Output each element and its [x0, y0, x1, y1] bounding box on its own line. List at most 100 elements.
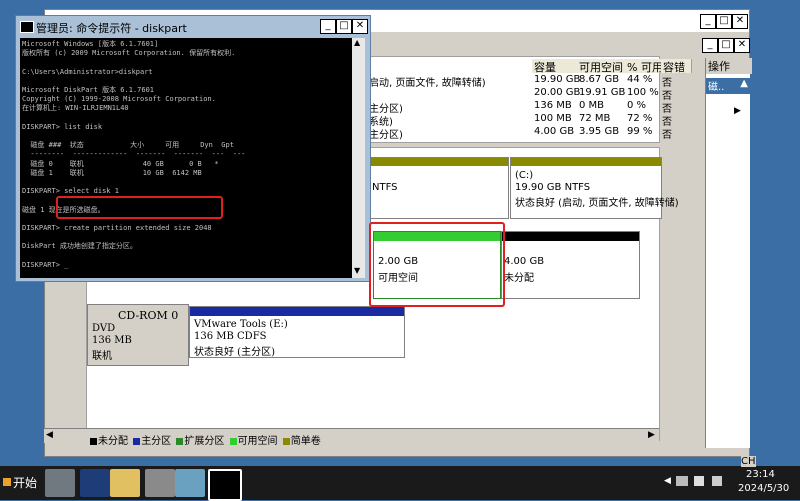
- partition-bar: [190, 307, 404, 316]
- action-pane-title: 操作: [706, 58, 752, 74]
- server-manager-icon[interactable]: [45, 469, 75, 497]
- legend-swatch-primary: [133, 437, 141, 445]
- cmd-console[interactable]: Microsoft Windows [版本 6.1.7601] 版权所有 (c) …: [20, 38, 352, 278]
- row-free: 8.67 GB: [579, 74, 620, 85]
- row-pct: 100 %: [627, 87, 659, 98]
- legend-label: 主分区: [141, 436, 172, 447]
- row-pct: 44 %: [627, 74, 653, 85]
- network-icon[interactable]: [676, 476, 688, 486]
- row-free: 72 MB: [579, 113, 611, 124]
- partition-bar: [511, 158, 661, 166]
- cmd-taskbar-icon[interactable]: [208, 469, 242, 501]
- clock-date[interactable]: 2024/5/30: [738, 483, 789, 494]
- clock-time[interactable]: 23:14: [746, 469, 775, 480]
- row-free: 3.95 GB: [579, 126, 620, 137]
- scroll-down-icon[interactable]: ▼: [354, 266, 360, 275]
- explorer-folder-icon[interactable]: [110, 469, 140, 497]
- cmd-window: 管理员: 命令提示符 - diskpart _ □ ✕ Microsoft Wi…: [15, 15, 371, 282]
- col-pct[interactable]: % 可用: [625, 59, 664, 74]
- taskbar: 开始 ◀ 23:14 2024/5/30: [0, 466, 800, 501]
- console-line: 版权所有 (c) 2009 Microsoft Corporation. 保留所…: [22, 49, 236, 58]
- console-line: Microsoft DiskPart 版本 6.1.7601: [22, 86, 155, 94]
- cmd-title-bar[interactable]: 管理员: 命令提示符 - diskpart _ □ ✕: [16, 16, 370, 38]
- system-tray: ◀ 23:14 2024/5/30: [660, 466, 800, 500]
- cmd-icon: [20, 21, 34, 33]
- legend: 未分配 主分区 扩展分区 可用空间 简单卷: [88, 432, 688, 447]
- row-pct: 0 %: [627, 100, 647, 111]
- console-line: Copyright (C) 1999-2008 Microsoft Corpor…: [22, 95, 216, 104]
- partition-bar: [502, 232, 639, 241]
- row-capacity: 136 MB: [534, 100, 572, 111]
- console-line: DISKPART> _: [22, 260, 69, 269]
- legend-swatch-simple: [282, 437, 290, 445]
- legend-swatch-unallocated: [90, 437, 97, 445]
- speaker-icon[interactable]: [712, 476, 722, 486]
- tools-icon[interactable]: [145, 469, 175, 497]
- row-free: 0 MB: [579, 100, 605, 111]
- cdrom-volume[interactable]: VMware Tools (E:) 136 MB CDFS 状态良好 (主分区): [189, 306, 405, 358]
- volume-list: 容量 可用空间 % 可用 容错 启动, 页面文件, 故障转储) 19.90 GB…: [323, 56, 692, 143]
- inner-restore-button[interactable]: □: [718, 38, 734, 53]
- row-pct: 99 %: [627, 126, 653, 137]
- cdrom-label-box[interactable]: CD-ROM 0 DVD 136 MB 联机: [87, 304, 189, 366]
- row-capacity: 19.90 GB: [534, 74, 581, 85]
- row-capacity: 20.00 GB: [534, 87, 581, 98]
- console-line: Microsoft Windows [版本 6.1.7601]: [22, 40, 159, 48]
- maximize-button[interactable]: □: [716, 14, 732, 29]
- legend-label: 未分配: [98, 436, 128, 447]
- action-pane: 操作 磁.. ▲ ▶: [705, 58, 752, 448]
- cdrom-size: 136 MB: [92, 335, 132, 346]
- action-pane-selected-label: 磁..: [708, 82, 725, 93]
- legend-label: 扩展分区: [184, 436, 225, 447]
- close-button[interactable]: ✕: [732, 14, 748, 29]
- row-pct: 72 %: [627, 113, 653, 124]
- cmd-close-button[interactable]: ✕: [352, 19, 368, 34]
- partition-c[interactable]: (C:) 19.90 GB NTFS 状态良好 (启动, 页面文件, 故障转储): [510, 157, 679, 219]
- row-capacity: 100 MB: [534, 113, 572, 124]
- cdrom-type: DVD: [92, 323, 116, 334]
- inner-close-button[interactable]: ✕: [734, 38, 750, 53]
- row-capacity: 4.00 GB: [534, 126, 575, 137]
- legend-swatch-extended: [176, 437, 184, 445]
- console-line: -------- ------------- ------- ------- -…: [22, 150, 246, 159]
- partition-size: 4.00 GB: [504, 256, 545, 267]
- row-ft: 否: [662, 130, 672, 141]
- cmd-minimize-button[interactable]: _: [320, 19, 336, 34]
- tray-expand-icon[interactable]: ◀: [664, 476, 671, 486]
- partition-status: 状态良好 (启动, 页面文件, 故障转储): [515, 198, 679, 209]
- scroll-left-icon[interactable]: ◀: [46, 430, 53, 440]
- legend-label: 可用空间: [237, 436, 278, 447]
- partition-bar: [368, 158, 508, 166]
- powershell-icon[interactable]: [80, 469, 110, 497]
- action-pane-selected-item[interactable]: 磁.. ▲: [706, 78, 750, 94]
- start-button[interactable]: 开始: [0, 470, 40, 496]
- highlight-free-space: [369, 222, 505, 307]
- partition-disk0-a[interactable]: NTFS: [367, 157, 509, 219]
- flag-icon[interactable]: [694, 476, 704, 486]
- minimize-button[interactable]: _: [700, 14, 716, 29]
- disk-mgmt-icon[interactable]: [175, 469, 205, 497]
- partition-unallocated[interactable]: 4.00 GB 未分配: [501, 231, 640, 299]
- cdrom-status: 联机: [92, 351, 112, 362]
- partition-size: 19.90 GB NTFS: [515, 182, 591, 193]
- row-free: 19.91 GB: [579, 87, 626, 98]
- cmd-maximize-button[interactable]: □: [336, 19, 352, 34]
- partition-label: (C:): [515, 170, 534, 181]
- console-line: DISKPART> list disk: [22, 122, 103, 131]
- cmd-scrollbar[interactable]: ▲ ▼: [352, 38, 365, 278]
- cmd-title-text: 管理员: 命令提示符 - diskpart: [36, 22, 187, 35]
- console-line: 磁盘 0 联机 40 GB 0 B *: [22, 159, 219, 168]
- inner-minimize-button[interactable]: _: [702, 38, 718, 53]
- language-indicator[interactable]: CH: [741, 456, 756, 467]
- console-line: C:\Users\Administrator>diskpart: [22, 67, 153, 76]
- cdrom-vol-status: 状态良好 (主分区): [194, 347, 275, 358]
- scroll-up-icon[interactable]: ▲: [354, 38, 360, 47]
- collapse-arrow-icon[interactable]: ▲: [740, 78, 748, 89]
- col-free[interactable]: 可用空间: [577, 59, 628, 74]
- more-arrow-icon[interactable]: ▶: [734, 106, 741, 116]
- cdrom-vol-fs: 136 MB CDFS: [194, 331, 267, 342]
- col-ft[interactable]: 容错: [661, 59, 692, 74]
- console-line: 磁盘 ### 状态 大小 可用 Dyn Gpt: [22, 141, 234, 150]
- console-line: DISKPART> create partition extended size…: [22, 224, 212, 232]
- console-line: DiskPart 成功地创建了指定分区。: [22, 242, 137, 251]
